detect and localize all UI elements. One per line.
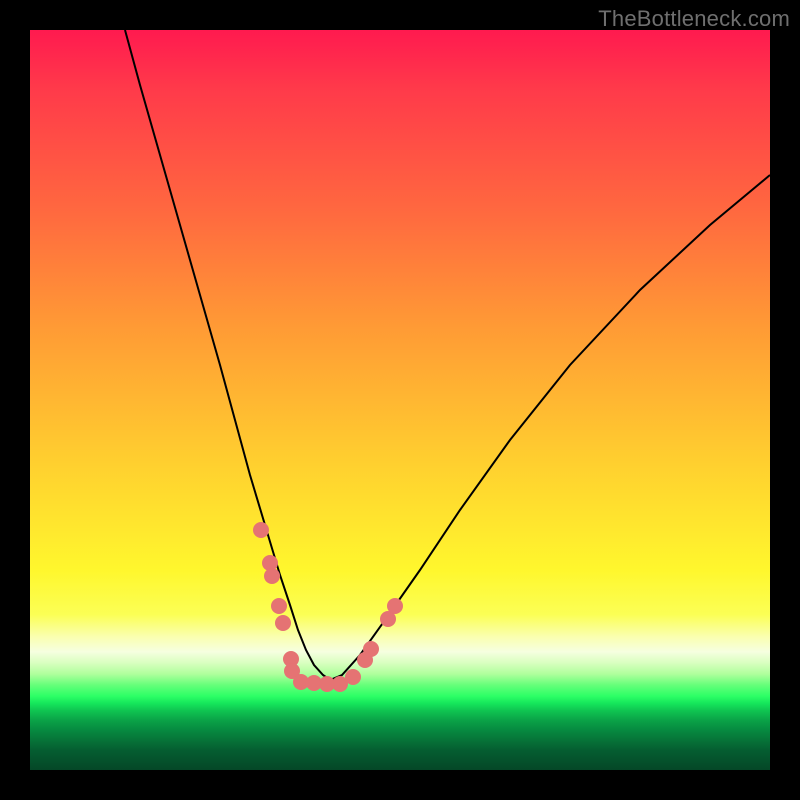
marker-dot (332, 676, 348, 692)
marker-dot (275, 615, 291, 631)
marker-dot (357, 652, 373, 668)
chart-frame: TheBottleneck.com (0, 0, 800, 800)
marker-dot (284, 663, 300, 679)
marker-dot (262, 555, 278, 571)
marker-dot (283, 651, 299, 667)
marker-dot (253, 522, 269, 538)
marker-dot (363, 641, 379, 657)
marker-dot (306, 675, 322, 691)
marker-dot (345, 669, 361, 685)
marker-dot (380, 611, 396, 627)
watermark-text: TheBottleneck.com (598, 6, 790, 32)
marker-dot (271, 598, 287, 614)
marker-dot (387, 598, 403, 614)
marker-dot (319, 676, 335, 692)
marker-dots (253, 522, 403, 692)
marker-dot (293, 674, 309, 690)
plot-area (30, 30, 770, 770)
marker-dot (264, 568, 280, 584)
bottleneck-curve (125, 30, 770, 680)
curve-layer (30, 30, 770, 770)
